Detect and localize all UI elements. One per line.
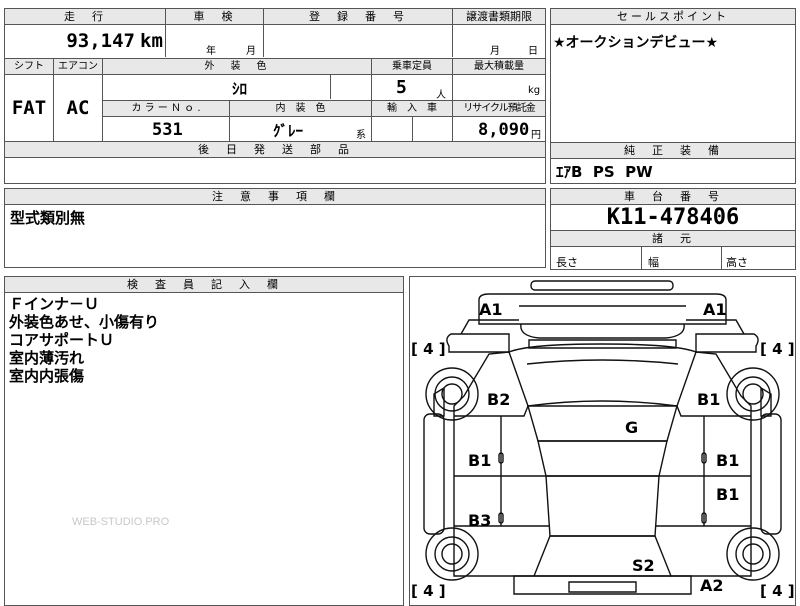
shift-header: シフト xyxy=(5,59,53,74)
dimensions-header: 諸 元 xyxy=(551,231,795,247)
damage-mark-a1-left: A1 xyxy=(479,300,503,319)
damage-mark-g: G xyxy=(625,418,639,437)
inspection-header: 車 検 xyxy=(166,9,263,25)
genuine-equipment-header: 純 正 装 備 xyxy=(551,143,795,159)
tire-count-front-left: [ 4 ] xyxy=(411,340,446,358)
max-load-header: 最大積載量 xyxy=(453,59,545,74)
damage-mark-b1-right-mid: B1 xyxy=(716,451,740,470)
exterior-color-header: 外 装 色 xyxy=(103,59,371,74)
caution-text: 型式類別無 xyxy=(10,209,86,227)
ac-value: AC xyxy=(66,97,90,119)
delivery-parts-header: 後 日 発 送 部 品 xyxy=(5,142,545,158)
import-header: 輸 入 車 xyxy=(372,101,452,116)
damage-mark-b1-right-top: B1 xyxy=(697,390,721,409)
damage-mark-b3: B3 xyxy=(468,511,492,530)
tire-count-value: 4 xyxy=(423,340,434,358)
damage-mark-a1-right: A1 xyxy=(703,300,727,319)
recycle-fee-value: 8,090 xyxy=(478,120,530,140)
max-load-unit: kg xyxy=(528,85,541,96)
capacity-header: 乗車定員 xyxy=(372,59,452,74)
color-no-value: 531 xyxy=(152,120,183,140)
capacity-unit: 人 xyxy=(436,90,446,101)
damage-mark-a2: A2 xyxy=(700,576,724,595)
damage-mark-b1-right-low: B1 xyxy=(716,485,740,504)
inspector-note-line: 室内薄汚れ xyxy=(9,349,85,367)
recycle-unit: 円 xyxy=(531,130,541,141)
height-label: 高さ xyxy=(726,256,748,269)
shift-value: FAT xyxy=(11,97,47,119)
inspector-note-line: Ｆインナ－Ｕ xyxy=(9,295,100,313)
interior-color-header: 内 装 色 xyxy=(230,101,371,116)
genuine-equipment-text: ｴｱB PS PW xyxy=(556,163,653,181)
width-label: 幅 xyxy=(648,256,659,269)
length-label: 長さ xyxy=(556,256,578,269)
distance-unit: km xyxy=(140,30,163,52)
damage-mark-b1-left: B1 xyxy=(468,451,492,470)
damage-mark-b2: B2 xyxy=(487,390,511,409)
tire-count-rear-right: [ 4 ] xyxy=(760,582,795,600)
tire-count-value: 4 xyxy=(772,582,783,600)
interior-color-suffix: 系 xyxy=(356,130,366,141)
caution-header: 注 意 事 項 欄 xyxy=(5,189,545,205)
inspector-note-line: 室内内張傷 xyxy=(9,367,85,385)
tire-count-front-right: [ 4 ] xyxy=(760,340,795,358)
inspection-year-unit: 年 xyxy=(206,46,216,57)
car-outline-diagram xyxy=(423,280,782,595)
chassis-number: K11-478406 xyxy=(606,205,740,230)
inspector-header: 検 査 員 記 入 欄 xyxy=(5,277,403,293)
inspector-notes: Ｆインナ－Ｕ 外装色あせ、小傷有り コアサポートＵ 室内薄汚れ 室内内張傷 xyxy=(9,295,159,385)
transfer-deadline-header: 譲渡書類期限 xyxy=(453,9,545,25)
exterior-color-value: ｼﾛ xyxy=(232,80,248,98)
transfer-day-unit: 日 xyxy=(528,46,538,57)
watermark: WEB-STUDIO.PRO xyxy=(72,516,170,528)
inspection-month-unit: 月 xyxy=(246,46,256,57)
capacity-value: 5 xyxy=(396,77,407,98)
tire-count-value: 4 xyxy=(423,582,434,600)
tire-count-rear-left: [ 4 ] xyxy=(411,582,446,600)
chassis-header: 車 台 番 号 xyxy=(551,189,795,205)
ac-header: エアコン xyxy=(54,59,102,74)
inspector-note-line: コアサポートＵ xyxy=(9,331,115,349)
registration-header: 登 録 番 号 xyxy=(264,9,452,25)
damage-mark-s2: S2 xyxy=(632,556,655,575)
distance-value: 93,147 xyxy=(66,30,135,52)
tire-count-value: 4 xyxy=(772,340,783,358)
interior-color-value: ｸﾞﾚｰ xyxy=(273,122,304,140)
sales-point-text: ★オークションデビュー★ xyxy=(553,35,719,51)
inspector-note-line: 外装色あせ、小傷有り xyxy=(9,313,160,331)
recycle-header: リサイクル預託金 xyxy=(453,101,545,116)
color-no-header: カ ラ ー Ｎ ｏ . xyxy=(103,101,229,116)
transfer-month-unit: 月 xyxy=(490,46,500,57)
distance-header: 走 行 xyxy=(5,9,165,25)
sales-point-header: セールスポイント xyxy=(551,9,795,25)
